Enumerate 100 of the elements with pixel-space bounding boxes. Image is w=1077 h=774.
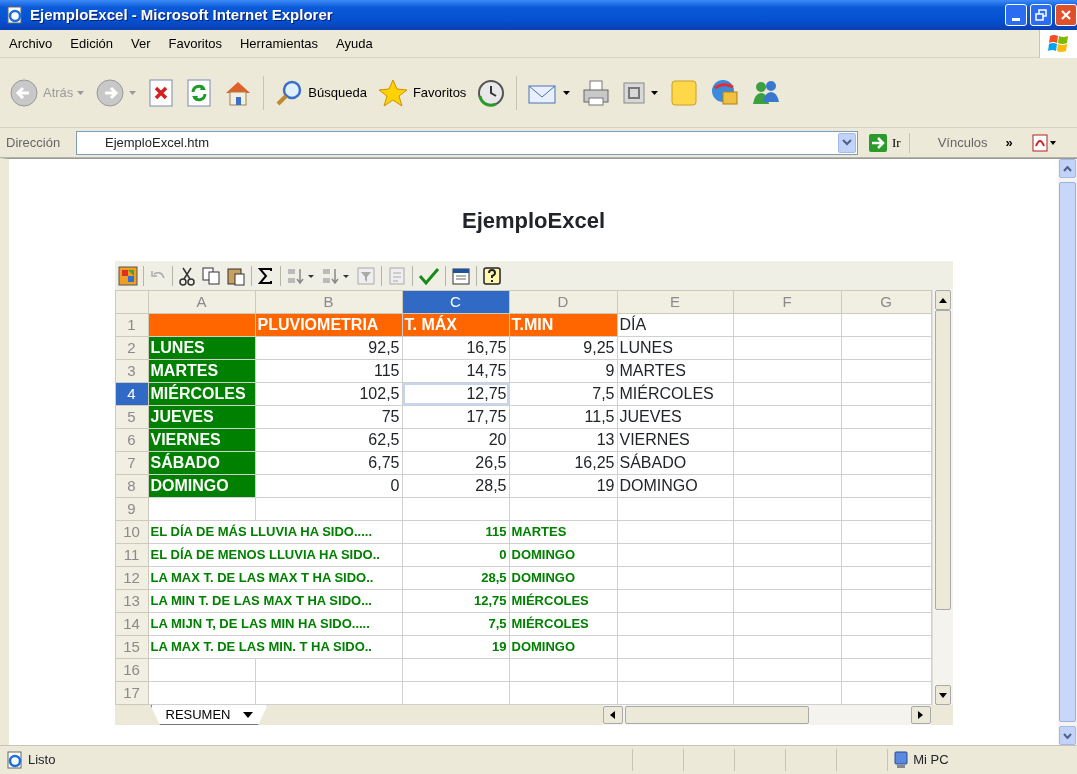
row-header[interactable]: 13: [115, 589, 148, 613]
table-cell: JUEVES: [617, 405, 733, 429]
column-header[interactable]: B: [255, 290, 402, 314]
address-label: Dirección: [6, 133, 62, 152]
table-cell: 9,25: [509, 336, 617, 360]
table-cell: 11,5: [509, 405, 617, 429]
arrow-right-icon: [918, 711, 923, 719]
links-button[interactable]: Vínculos: [937, 132, 988, 153]
row-header[interactable]: 11: [115, 543, 148, 567]
menu-item[interactable]: Ver: [122, 31, 160, 56]
star-icon: [376, 77, 409, 108]
status-text: Listo: [28, 751, 56, 770]
row-header[interactable]: 15: [115, 635, 148, 659]
column-header[interactable]: F: [733, 290, 841, 314]
row-header[interactable]: 3: [115, 359, 148, 383]
row-header[interactable]: 2: [115, 336, 148, 360]
address-field[interactable]: EjemploExcel.htm: [76, 130, 858, 155]
restore-button[interactable]: [1030, 4, 1052, 26]
copy-icon[interactable]: [200, 265, 221, 286]
export-icon[interactable]: [450, 265, 471, 286]
row-header[interactable]: 16: [115, 658, 148, 682]
menu-item[interactable]: Favoritos: [159, 31, 231, 56]
column-header[interactable]: G: [841, 290, 931, 314]
sum-icon[interactable]: [256, 266, 275, 285]
paste-icon[interactable]: [225, 265, 246, 286]
table-cell: 14,75: [402, 359, 509, 383]
row-header[interactable]: 6: [115, 428, 148, 452]
table-cell: 6,75: [255, 451, 402, 475]
favorites-button[interactable]: Favoritos: [373, 75, 470, 110]
search-button[interactable]: Búsqueda: [271, 75, 370, 110]
scrollbar-thumb[interactable]: [624, 706, 809, 724]
header-cell: PLUVIOMETRIA: [255, 313, 402, 337]
table-cell: 115: [402, 520, 509, 544]
scissors-icon[interactable]: [177, 265, 196, 286]
refresh-icon: [185, 77, 214, 108]
page-scrollbar[interactable]: [1058, 159, 1077, 745]
arrow-down-icon: [1063, 732, 1072, 739]
help-icon[interactable]: [481, 265, 502, 286]
table-cell: MIÉRCOLES: [617, 382, 733, 406]
window-title: EjemploExcel - Microsoft Internet Explorer: [30, 4, 334, 25]
table-cell: SÁBADO: [617, 451, 733, 475]
document-menu-button[interactable]: [1030, 133, 1057, 152]
column-header[interactable]: A: [148, 290, 255, 314]
table-cell: 20: [402, 428, 509, 452]
stop-icon: [147, 77, 176, 108]
row-header[interactable]: 9: [115, 497, 148, 521]
close-button[interactable]: [1055, 4, 1077, 26]
table-cell: 28,5: [402, 566, 509, 590]
menu-item[interactable]: Archivo: [0, 31, 62, 56]
menu-item[interactable]: Herramientas: [231, 31, 327, 56]
arrow-left-icon: [610, 711, 615, 719]
row-header[interactable]: 7: [115, 451, 148, 475]
scroll-down-button[interactable]: [934, 685, 951, 705]
column-header[interactable]: E: [617, 290, 733, 314]
row-header[interactable]: 10: [115, 520, 148, 544]
row-header[interactable]: 1: [115, 313, 148, 337]
menu-item[interactable]: Edición: [61, 31, 122, 56]
table-cell: EL DÍA DE MENOS LLUVIA HA SIDO..: [148, 543, 402, 567]
table-cell: 19: [509, 474, 617, 498]
table-cell: MARTES: [617, 359, 733, 383]
table-cell: MIÉRCOLES: [509, 612, 617, 636]
row-header[interactable]: 14: [115, 612, 148, 636]
office-logo-icon[interactable]: [117, 265, 138, 286]
arrow-up-icon: [938, 297, 947, 303]
column-header[interactable]: C: [402, 290, 509, 314]
row-header[interactable]: 5: [115, 405, 148, 429]
page-heading: EjemploExcel: [461, 207, 606, 235]
table-cell: 7,5: [509, 382, 617, 406]
dropdown-button[interactable]: [838, 132, 856, 153]
table-cell: LA MAX T. DE LAS MAX T HA SIDO..: [148, 566, 402, 590]
column-header[interactable]: D: [509, 290, 617, 314]
check-icon[interactable]: [417, 265, 440, 286]
row-header[interactable]: 12: [115, 566, 148, 590]
table-cell: 26,5: [402, 451, 509, 475]
table-cell: 12,75: [402, 589, 509, 613]
edit-icon: [621, 79, 648, 106]
scrollbar-thumb[interactable]: [1059, 182, 1076, 722]
go-button[interactable]: Ir: [864, 132, 910, 153]
table-cell: DOMINGO: [617, 474, 733, 498]
vertical-scrollbar[interactable]: [931, 290, 953, 705]
menu-item[interactable]: Ayuda: [327, 31, 382, 56]
table-cell: MIÉRCOLES: [509, 589, 617, 613]
more-links-button[interactable]: »: [1001, 132, 1017, 153]
table-cell: LUNES: [617, 336, 733, 360]
sheet-tab[interactable]: RESUMEN: [150, 705, 268, 725]
printer-icon: [581, 77, 612, 108]
scrollbar-thumb[interactable]: [934, 310, 951, 610]
scroll-up-button[interactable]: [934, 290, 951, 310]
scroll-right-button[interactable]: [910, 706, 931, 724]
row-header[interactable]: 4: [115, 382, 148, 406]
minimize-button[interactable]: [1005, 4, 1027, 26]
row-header[interactable]: 8: [115, 474, 148, 498]
table-cell: DÍA: [617, 313, 733, 337]
table-cell: 9: [509, 359, 617, 383]
table-cell: MARTES: [509, 520, 617, 544]
horizontal-scrollbar[interactable]: [602, 705, 931, 725]
table-cell: LA MIN T. DE LAS MAX T HA SIDO...: [148, 589, 402, 613]
row-header[interactable]: 17: [115, 681, 148, 705]
table-cell: 12,75: [402, 382, 509, 406]
scroll-left-button[interactable]: [602, 706, 623, 724]
